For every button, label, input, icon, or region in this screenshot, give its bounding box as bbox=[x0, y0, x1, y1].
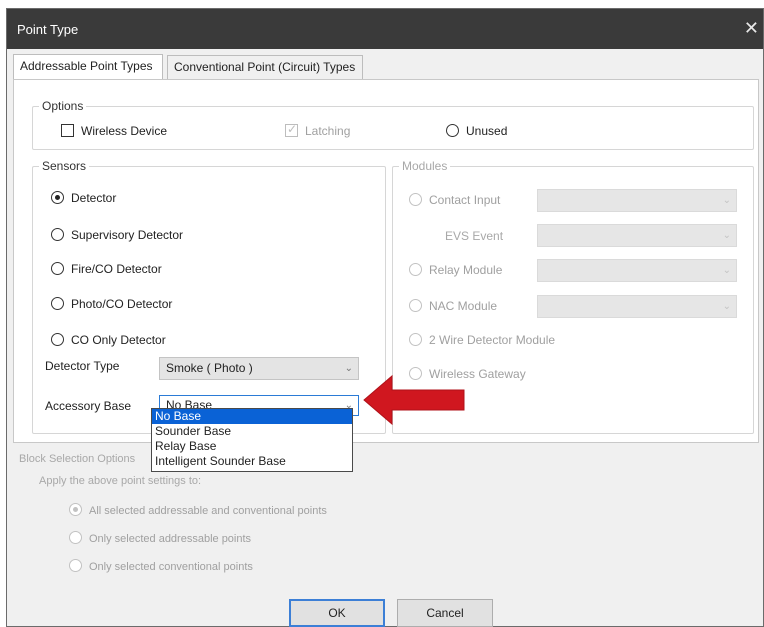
chevron-down-icon: ⌄ bbox=[722, 265, 731, 276]
radio-selected-icon bbox=[69, 503, 82, 516]
supervisory-detector-label: Supervisory Detector bbox=[71, 228, 184, 242]
radio-icon bbox=[51, 297, 64, 310]
contact-input-select[interactable]: ⌄ bbox=[537, 189, 737, 212]
only-addressable-points-label: Only selected addressable points bbox=[89, 533, 252, 545]
co-only-detector-label: CO Only Detector bbox=[71, 333, 166, 347]
latching-checkbox[interactable]: Latching bbox=[285, 122, 351, 138]
chevron-down-icon: ⌄ bbox=[344, 363, 353, 374]
only-conventional-points-radio[interactable]: Only selected conventional points bbox=[69, 559, 253, 573]
checkbox-checked-icon bbox=[285, 122, 298, 137]
sensors-legend: Sensors bbox=[39, 159, 90, 173]
red-arrow-icon bbox=[363, 374, 465, 426]
radio-icon bbox=[446, 124, 459, 137]
chevron-down-icon: ⌄ bbox=[722, 195, 731, 206]
detector-radio[interactable]: Detector bbox=[51, 191, 116, 205]
modules-legend: Modules bbox=[399, 159, 451, 173]
fire-co-detector-label: Fire/CO Detector bbox=[71, 262, 162, 276]
all-selected-points-label: All selected addressable and conventiona… bbox=[89, 505, 327, 517]
tab-strip: Addressable Point Types Conventional Poi… bbox=[13, 54, 753, 80]
apply-settings-text: Apply the above point settings to: bbox=[39, 475, 202, 487]
detector-type-select[interactable]: Smoke ( Photo ) ⌄ bbox=[159, 357, 359, 380]
tab-conventional-point-types[interactable]: Conventional Point (Circuit) Types bbox=[167, 55, 363, 79]
detector-label: Detector bbox=[71, 191, 117, 205]
tab-addressable-point-types[interactable]: Addressable Point Types bbox=[13, 54, 163, 80]
contact-input-label: Contact Input bbox=[429, 193, 501, 207]
block-selection-area: Block Selection Options Apply the above … bbox=[13, 451, 759, 601]
radio-icon bbox=[409, 299, 422, 312]
latching-label: Latching bbox=[305, 124, 351, 138]
unused-label: Unused bbox=[466, 124, 508, 138]
two-wire-detector-module-radio[interactable]: 2 Wire Detector Module bbox=[409, 333, 555, 347]
nac-module-radio[interactable]: NAC Module bbox=[409, 299, 497, 313]
radio-icon bbox=[51, 333, 64, 346]
point-type-dialog: Point Type ✕ Addressable Point Types Con… bbox=[6, 8, 764, 627]
radio-icon bbox=[409, 263, 422, 276]
block-selection-legend: Block Selection Options bbox=[19, 453, 136, 465]
two-wire-detector-module-label: 2 Wire Detector Module bbox=[429, 333, 556, 347]
relay-module-radio[interactable]: Relay Module bbox=[409, 263, 502, 277]
dropdown-option-intelligent-sounder-base[interactable]: Intelligent Sounder Base bbox=[152, 454, 352, 469]
nac-module-label: NAC Module bbox=[429, 299, 498, 313]
title-bar: Point Type ✕ bbox=[7, 9, 763, 49]
evs-event-select[interactable]: ⌄ bbox=[537, 224, 737, 247]
chevron-down-icon: ⌄ bbox=[722, 230, 731, 241]
options-group: Options Wireless Device Latching Unused bbox=[32, 99, 754, 150]
unused-radio[interactable]: Unused bbox=[446, 124, 507, 138]
ok-button[interactable]: OK bbox=[289, 599, 385, 627]
radio-icon bbox=[69, 559, 82, 572]
radio-icon bbox=[51, 228, 64, 241]
options-legend: Options bbox=[39, 99, 87, 113]
radio-icon bbox=[409, 193, 422, 206]
only-conventional-points-label: Only selected conventional points bbox=[89, 561, 253, 573]
wireless-device-label: Wireless Device bbox=[81, 124, 168, 138]
co-only-detector-radio[interactable]: CO Only Detector bbox=[51, 333, 166, 347]
radio-icon bbox=[51, 262, 64, 275]
relay-module-select[interactable]: ⌄ bbox=[537, 259, 737, 282]
wireless-device-checkbox[interactable]: Wireless Device bbox=[61, 124, 167, 138]
photo-co-detector-radio[interactable]: Photo/CO Detector bbox=[51, 297, 172, 311]
close-icon[interactable]: ✕ bbox=[744, 18, 759, 39]
sensors-group: Sensors Detector Supervisory Detector Fi… bbox=[32, 159, 386, 434]
radio-icon bbox=[69, 531, 82, 544]
contact-input-radio[interactable]: Contact Input bbox=[409, 193, 500, 207]
nac-module-select[interactable]: ⌄ bbox=[537, 295, 737, 318]
radio-icon bbox=[409, 333, 422, 346]
only-addressable-points-radio[interactable]: Only selected addressable points bbox=[69, 531, 251, 545]
window-title: Point Type bbox=[17, 22, 79, 37]
accessory-base-label: Accessory Base bbox=[45, 399, 132, 413]
dropdown-option-sounder-base[interactable]: Sounder Base bbox=[152, 424, 352, 439]
radio-selected-icon bbox=[51, 191, 64, 204]
relay-module-label: Relay Module bbox=[429, 263, 503, 277]
chevron-down-icon: ⌄ bbox=[722, 301, 731, 312]
dropdown-option-no-base[interactable]: No Base bbox=[152, 409, 352, 424]
detector-type-value: Smoke ( Photo ) bbox=[166, 361, 253, 375]
supervisory-detector-radio[interactable]: Supervisory Detector bbox=[51, 228, 183, 242]
cancel-button[interactable]: Cancel bbox=[397, 599, 493, 627]
checkbox-icon bbox=[61, 124, 74, 137]
dropdown-option-relay-base[interactable]: Relay Base bbox=[152, 439, 352, 454]
photo-co-detector-label: Photo/CO Detector bbox=[71, 297, 173, 311]
detector-type-label: Detector Type bbox=[45, 359, 120, 373]
all-selected-points-radio[interactable]: All selected addressable and conventiona… bbox=[69, 503, 327, 517]
fire-co-detector-radio[interactable]: Fire/CO Detector bbox=[51, 262, 162, 276]
accessory-base-dropdown-list: No Base Sounder Base Relay Base Intellig… bbox=[151, 408, 353, 472]
evs-event-label: EVS Event bbox=[445, 229, 504, 243]
